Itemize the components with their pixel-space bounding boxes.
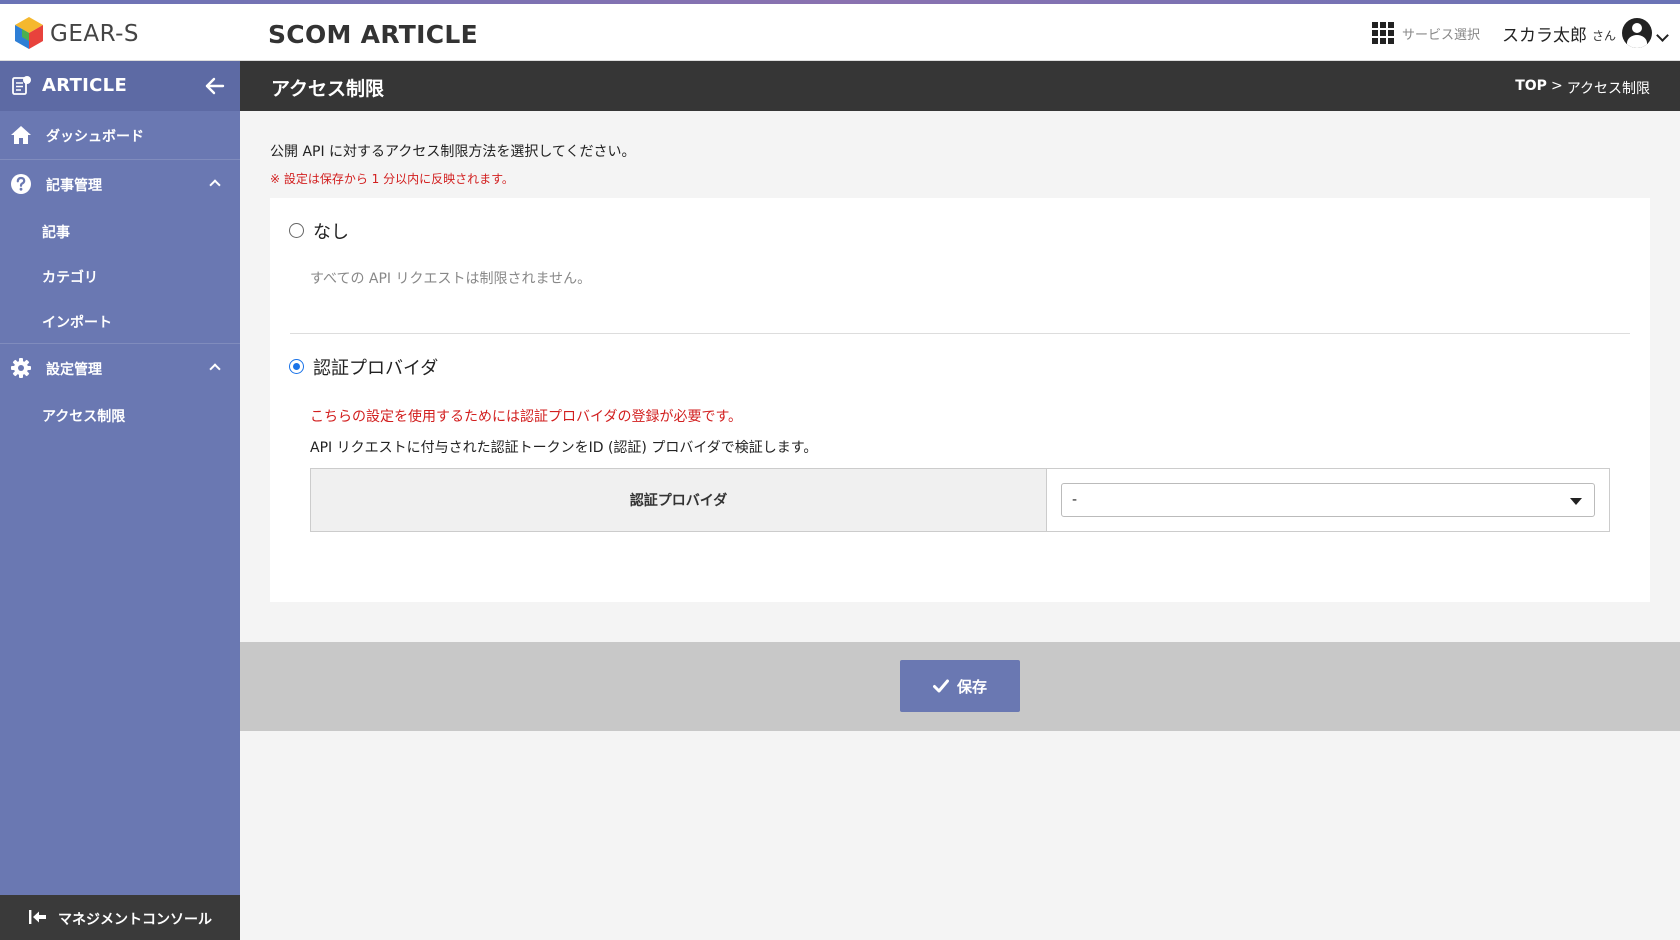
service-select-button[interactable]: サービス選択 (1372, 22, 1480, 44)
sidebar-item-article-management[interactable]: 記事管理 (0, 160, 240, 209)
apps-grid-icon (1372, 22, 1394, 44)
save-label: 保存 (956, 677, 987, 696)
caret-down-icon (1570, 498, 1582, 505)
sidebar-item-dashboard[interactable]: ダッシュボード (0, 111, 240, 160)
radio-auth-provider[interactable] (289, 359, 304, 374)
app-header: GEAR-S SCOM ARTICLE サービス選択 スカラ太郎 さん (0, 4, 1680, 61)
sidebar-item-label: 設定管理 (46, 362, 102, 378)
user-menu[interactable]: スカラ太郎 さん (1502, 18, 1669, 48)
home-icon (11, 126, 31, 144)
logo-text: GEAR-S (50, 21, 140, 47)
option-none-label[interactable]: なし (313, 218, 349, 244)
chevron-down-icon (1656, 28, 1669, 42)
sidebar-subitem-articles[interactable]: 記事 (0, 209, 240, 254)
avatar-icon (1622, 18, 1653, 48)
option-none-description: すべての API リクエストは制限されません。 (310, 271, 592, 287)
sidebar-item-settings-management[interactable]: 設定管理 (0, 344, 240, 393)
exit-arrow-icon (29, 910, 46, 924)
auth-provider-field-cell: - (1047, 469, 1609, 531)
page-title-bar: アクセス制限 TOP > アクセス制限 (240, 61, 1680, 111)
sidebar-subitem-label: アクセス制限 (42, 409, 126, 425)
chevron-up-icon (209, 179, 221, 191)
sidebar-item-label: 記事管理 (46, 178, 102, 194)
sidebar-header: ARTICLE (0, 61, 240, 111)
auth-provider-field-label: 認証プロバイダ (311, 469, 1047, 531)
management-console-link[interactable]: マネジメントコンソール (0, 895, 240, 940)
service-select-label: サービス選択 (1402, 27, 1481, 43)
breadcrumb: TOP > アクセス制限 (1515, 78, 1650, 98)
sidebar-subitem-import[interactable]: インポート (0, 299, 240, 344)
divider (290, 333, 1630, 334)
check-icon (932, 679, 949, 693)
gear-icon (11, 358, 31, 378)
auth-provider-select[interactable]: - (1061, 483, 1595, 517)
breadcrumb-top-link[interactable]: TOP (1515, 78, 1547, 98)
article-icon (12, 76, 31, 95)
sidebar-item-label: ダッシュボード (46, 129, 144, 145)
breadcrumb-separator: > (1550, 78, 1563, 94)
sidebar-subitem-categories[interactable]: カテゴリ (0, 254, 240, 299)
auth-provider-description: API リクエストに付与された認証トークンをID (認証) プロバイダで検証しま… (310, 440, 818, 456)
action-bar: 保存 (240, 642, 1680, 731)
breadcrumb-current: アクセス制限 (1566, 81, 1650, 97)
auth-provider-select-value: - (1072, 492, 1078, 508)
chevron-up-icon (209, 363, 221, 375)
gear-s-logo-icon (15, 17, 43, 49)
user-suffix: さん (1592, 29, 1617, 43)
intro-text: 公開 API に対するアクセス制限方法を選択してください。 (270, 144, 636, 160)
user-name: スカラ太郎 (1502, 25, 1587, 46)
page-title: アクセス制限 (271, 78, 385, 100)
note-text: ※ 設定は保存から 1 分以内に反映されます。 (270, 172, 514, 186)
sidebar-subitem-label: カテゴリ (42, 270, 98, 286)
sidebar-subitem-label: インポート (42, 315, 112, 331)
arrow-left-icon[interactable] (203, 74, 227, 98)
save-button[interactable]: 保存 (900, 660, 1020, 712)
management-console-label: マネジメントコンソール (58, 912, 212, 928)
sidebar-subitem-access-restriction[interactable]: アクセス制限 (0, 393, 240, 438)
app-title: SCOM ARTICLE (268, 20, 478, 49)
sidebar-title: ARTICLE (42, 75, 128, 96)
sidebar: ARTICLE ダッシュボード 記事管理 記事 カテゴリ インポート 設定管理 … (0, 61, 240, 940)
option-auth-provider-label[interactable]: 認証プロバイダ (313, 354, 438, 380)
sidebar-subitem-label: 記事 (42, 225, 70, 241)
radio-none[interactable] (289, 223, 304, 238)
question-circle-icon (11, 174, 31, 194)
auth-provider-warning: こちらの設定を使用するためには認証プロバイダの登録が必要です。 (310, 409, 743, 425)
auth-provider-field-table: 認証プロバイダ - (310, 468, 1610, 532)
settings-card: なし すべての API リクエストは制限されません。 認証プロバイダ こちらの設… (270, 198, 1650, 602)
